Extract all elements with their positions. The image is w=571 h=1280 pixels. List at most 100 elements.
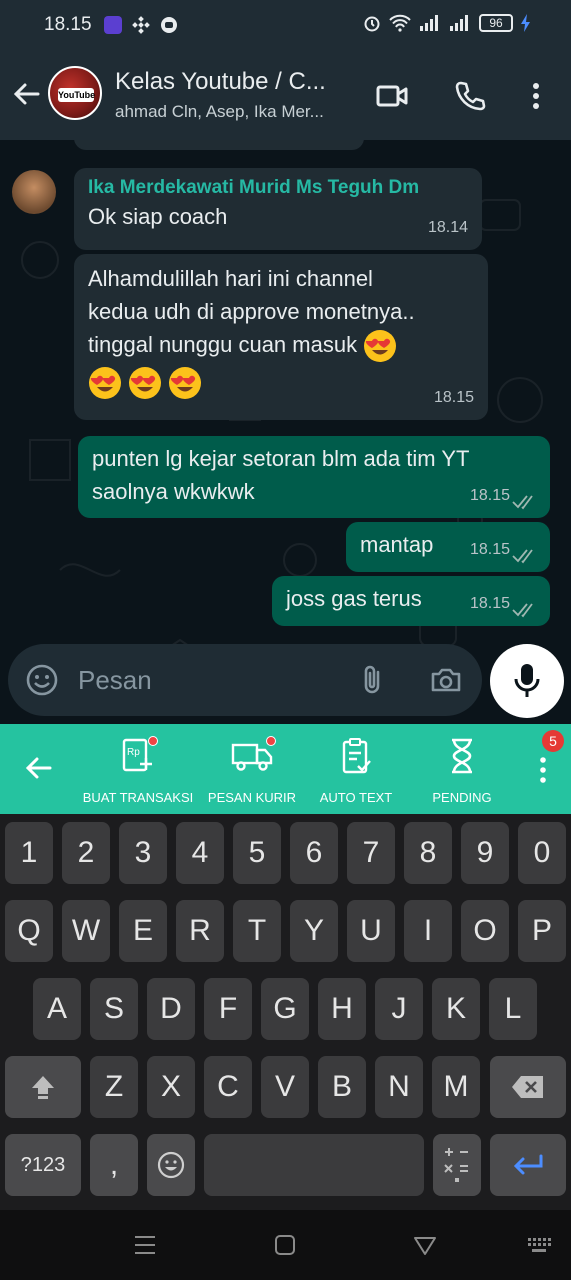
key-2[interactable]: 2 xyxy=(62,822,110,884)
sender-avatar[interactable] xyxy=(12,170,56,214)
notification-dot xyxy=(148,736,158,746)
key-u[interactable]: U xyxy=(347,900,395,962)
heart-eyes-emoji-icon xyxy=(364,330,397,363)
key-7[interactable]: 7 xyxy=(347,822,395,884)
auto-text-button[interactable]: AUTO TEXT xyxy=(296,736,416,805)
backspace-key[interactable] xyxy=(490,1056,566,1118)
message-time: 18.15 xyxy=(469,541,510,558)
emoji-icon[interactable] xyxy=(24,662,60,698)
camera-icon[interactable] xyxy=(428,662,464,698)
key-b[interactable]: B xyxy=(318,1056,366,1118)
keyboard-switch-icon[interactable] xyxy=(526,1232,552,1258)
emoji-key[interactable] xyxy=(147,1134,195,1196)
recent-apps-icon[interactable] xyxy=(132,1232,158,1258)
back-arrow-icon[interactable] xyxy=(10,78,42,110)
key-5[interactable]: 5 xyxy=(233,822,281,884)
shift-key[interactable] xyxy=(5,1056,81,1118)
voice-call-icon[interactable] xyxy=(452,78,488,114)
toolbar-more-icon[interactable] xyxy=(528,752,558,788)
message-bubble-outgoing[interactable]: punten lg kejar setoran blm ada tim YT s… xyxy=(78,436,550,518)
comma-key[interactable]: , xyxy=(90,1134,138,1196)
status-bar: 18.15 96 xyxy=(0,0,571,50)
key-i[interactable]: I xyxy=(404,900,452,962)
key-x[interactable]: X xyxy=(147,1056,195,1118)
key-4[interactable]: 4 xyxy=(176,822,224,884)
key-o[interactable]: O xyxy=(461,900,509,962)
key-y[interactable]: Y xyxy=(290,900,338,962)
key-z[interactable]: Z xyxy=(90,1056,138,1118)
pending-button[interactable]: PENDING xyxy=(402,736,522,805)
message-bubble-incoming[interactable]: Ika Merdekawati Murid Ms Teguh Dm Ok sia… xyxy=(74,168,482,250)
key-r[interactable]: R xyxy=(176,900,224,962)
key-k[interactable]: K xyxy=(432,978,480,1040)
key-e[interactable]: E xyxy=(119,900,167,962)
toolbar-label: PESAN KURIR xyxy=(207,790,297,805)
app-notification-icon xyxy=(104,16,122,34)
backspace-icon xyxy=(512,1076,543,1098)
heart-eyes-emoji-icon xyxy=(169,367,202,400)
message-bubble-clipped xyxy=(74,140,364,150)
toolbar-label: AUTO TEXT xyxy=(319,790,393,805)
toolbar-label: BUAT TRANSAKSI xyxy=(82,790,194,805)
voice-record-button[interactable] xyxy=(490,644,564,718)
home-icon[interactable] xyxy=(272,1232,298,1258)
key-c[interactable]: C xyxy=(204,1056,252,1118)
enter-key[interactable] xyxy=(490,1134,566,1196)
key-8[interactable]: 8 xyxy=(404,822,452,884)
key-a[interactable]: A xyxy=(33,978,81,1040)
chat-members[interactable]: ahmad Cln, Asep, Ika Mer... xyxy=(115,102,324,122)
keyboard-toolbar: Rp BUAT TRANSAKSI PESAN KURIR AUTO TEXT … xyxy=(0,724,571,814)
video-call-icon[interactable] xyxy=(374,78,410,114)
group-avatar[interactable]: YouTube xyxy=(48,66,102,120)
attach-icon[interactable] xyxy=(356,662,392,698)
key-3[interactable]: 3 xyxy=(119,822,167,884)
key-t[interactable]: T xyxy=(233,900,281,962)
key-l[interactable]: L xyxy=(489,978,537,1040)
signal-icon-2 xyxy=(450,15,468,31)
read-ticks-icon xyxy=(512,495,533,510)
math-key[interactable] xyxy=(433,1134,481,1196)
courier-message-button[interactable]: PESAN KURIR xyxy=(192,736,312,805)
key-m[interactable]: M xyxy=(432,1056,480,1118)
system-navigation-bar xyxy=(0,1210,571,1280)
read-ticks-icon xyxy=(512,603,533,618)
message-input-container xyxy=(8,644,482,716)
message-time: 18.15 xyxy=(469,487,510,504)
key-6[interactable]: 6 xyxy=(290,822,338,884)
message-text: Ok siap coach xyxy=(88,204,228,229)
key-q[interactable]: Q xyxy=(5,900,53,962)
chat-app-icon xyxy=(160,16,178,34)
more-options-icon[interactable] xyxy=(518,78,554,114)
key-d[interactable]: D xyxy=(147,978,195,1040)
emoji-row xyxy=(88,365,474,400)
svg-text:Rp: Rp xyxy=(127,747,140,758)
message-list[interactable]: Ika Merdekawati Murid Ms Teguh Dm Ok sia… xyxy=(0,140,571,724)
key-w[interactable]: W xyxy=(62,900,110,962)
toolbar-back-icon[interactable] xyxy=(20,750,56,786)
key-9[interactable]: 9 xyxy=(461,822,509,884)
key-h[interactable]: H xyxy=(318,978,366,1040)
shift-icon xyxy=(32,1076,54,1099)
chat-title[interactable]: Kelas Youtube / C... xyxy=(115,68,326,96)
key-1[interactable]: 1 xyxy=(5,822,53,884)
message-bubble-outgoing[interactable]: mantap 18.15 xyxy=(346,522,550,572)
sender-name[interactable]: Ika Merdekawati Murid Ms Teguh Dm xyxy=(88,176,468,200)
message-bubble-outgoing[interactable]: joss gas terus 18.15 xyxy=(272,576,550,626)
message-bubble-incoming[interactable]: Alhamdulillah hari ini channel kedua udh… xyxy=(74,254,488,420)
key-j[interactable]: J xyxy=(375,978,423,1040)
key-p[interactable]: P xyxy=(518,900,566,962)
key-0[interactable]: 0 xyxy=(518,822,566,884)
space-key[interactable] xyxy=(204,1134,424,1196)
key-v[interactable]: V xyxy=(261,1056,309,1118)
calculator-symbols-icon xyxy=(444,1148,468,1182)
key-g[interactable]: G xyxy=(261,978,309,1040)
symbols-key[interactable]: ?123 xyxy=(5,1134,81,1196)
back-icon[interactable] xyxy=(412,1232,438,1258)
create-transaction-button[interactable]: Rp BUAT TRANSAKSI xyxy=(78,736,198,805)
key-s[interactable]: S xyxy=(90,978,138,1040)
key-n[interactable]: N xyxy=(375,1056,423,1118)
key-f[interactable]: F xyxy=(204,978,252,1040)
alarm-icon xyxy=(364,16,380,32)
notification-dot xyxy=(266,736,276,746)
message-input[interactable] xyxy=(78,658,348,702)
